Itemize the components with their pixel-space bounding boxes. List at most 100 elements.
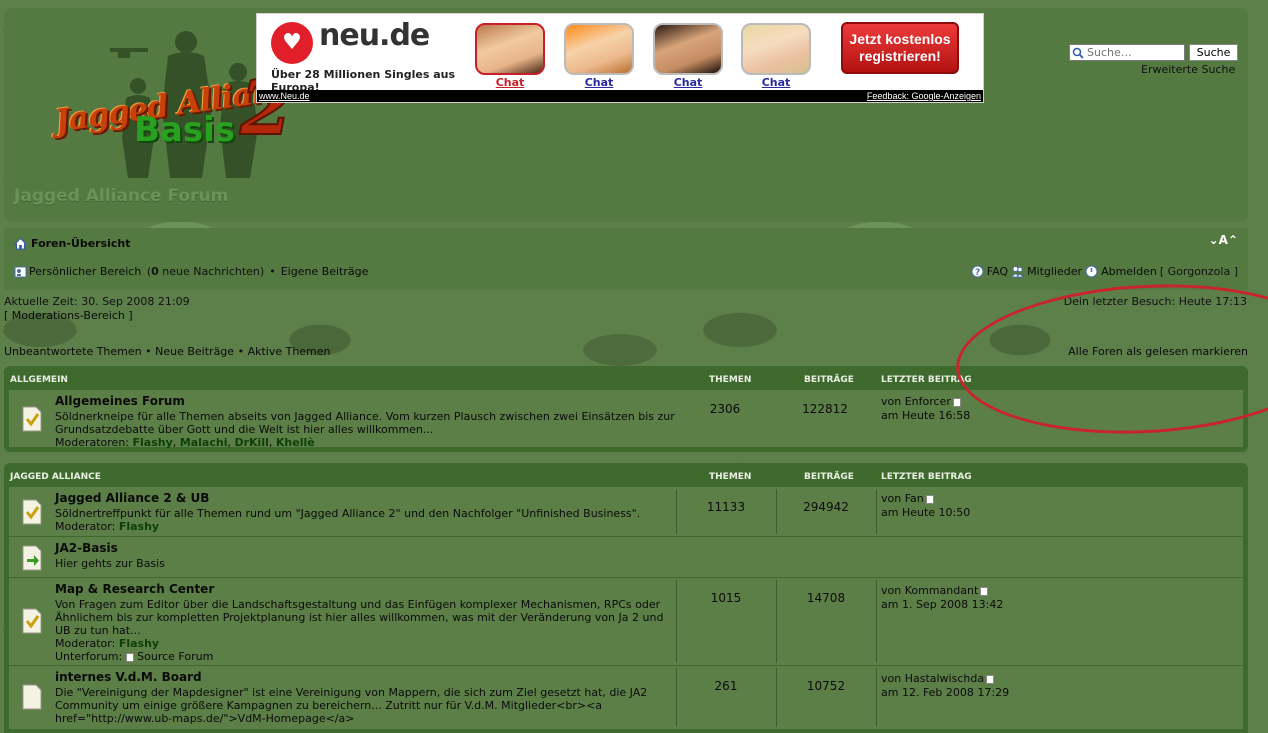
forum-title[interactable]: JA2-Basis	[55, 541, 118, 555]
column-divider	[876, 489, 877, 534]
ad-footer: www.Neu.de Feedback: Google-Anzeigen	[257, 90, 983, 102]
forum-read-icon	[22, 406, 42, 432]
ad-photo-3[interactable]	[653, 23, 723, 75]
forum-read-icon	[22, 499, 42, 525]
last-post-time: am 12. Feb 2008 17:29	[881, 686, 1010, 699]
subforum-link[interactable]: Source Forum	[137, 650, 213, 663]
site-logo[interactable]: Jagged Alliance 2 Basis	[48, 28, 311, 184]
ad-brand[interactable]: ♥ neu.de Über 28 Millionen Singles aus E…	[271, 18, 455, 94]
view-latest-post-icon[interactable]	[925, 494, 934, 504]
moderator-link[interactable]: Flashy	[119, 520, 159, 533]
heart-icon: ♥	[271, 22, 313, 64]
forum-link-icon	[22, 545, 42, 571]
column-divider	[876, 668, 877, 727]
new-messages-label: neue Nachrichten)	[158, 265, 265, 278]
ad-footer-link[interactable]: www.Neu.de	[259, 91, 310, 101]
breadcrumb: Foren-Übersicht	[14, 237, 131, 250]
new-messages-count: 0	[151, 265, 159, 278]
forum-title[interactable]: Jagged Alliance 2 & UB	[55, 491, 209, 505]
ad-photo-1[interactable]	[475, 23, 545, 75]
forum-read-icon	[22, 608, 42, 634]
moderator-link[interactable]: Khellè	[276, 436, 315, 449]
last-post-info: von Fan am Heute 10:50	[881, 492, 970, 520]
category-title[interactable]: JAGGED ALLIANCE	[10, 472, 101, 482]
col-topics: THEMEN	[709, 472, 752, 482]
personal-area-link[interactable]: Persönlicher Bereich	[29, 265, 141, 278]
advanced-search-link[interactable]: Erweiterte Suche	[1141, 63, 1235, 76]
forum-locked-icon	[22, 684, 42, 710]
forum-row: Map & Research Center Von Fragen zum Edi…	[9, 578, 1243, 666]
search-button[interactable]: Suche	[1189, 44, 1238, 61]
font-size-toggle[interactable]: ⌄A⌃	[1209, 233, 1238, 247]
search-input[interactable]	[1069, 44, 1185, 61]
search-icon	[1072, 47, 1084, 59]
forum-title[interactable]: Allgemeines Forum	[55, 394, 185, 408]
ad-chat-link-2[interactable]: Chat	[564, 76, 634, 89]
moderator-link[interactable]: Flashy	[133, 436, 173, 449]
last-post-author[interactable]: von Hastalwischda	[881, 672, 984, 685]
ad-photo-4[interactable]	[741, 23, 811, 75]
moderation-link[interactable]: [ Moderations-Bereich ]	[4, 309, 133, 322]
members-link[interactable]: Mitglieder	[1027, 265, 1082, 278]
font-decrease-icon[interactable]: ⌄	[1209, 233, 1219, 247]
moderators-label: Moderatoren:	[55, 436, 130, 449]
forum-description: Von Fragen zum Editor über die Landschaf…	[55, 598, 664, 637]
topic-count: 1015	[710, 591, 742, 605]
active-topics-link[interactable]: Aktive Themen	[248, 345, 331, 358]
topic-count: 2306	[709, 402, 741, 416]
ad-chat-link-4[interactable]: Chat	[741, 76, 811, 89]
post-count: 122812	[802, 402, 848, 416]
ad-chat-link-1[interactable]: Chat	[475, 76, 545, 89]
last-post-author[interactable]: von Kommandant	[881, 584, 978, 597]
new-messages[interactable]: (0 neue Nachrichten)	[143, 265, 264, 278]
separator: •	[237, 345, 245, 358]
column-divider	[876, 580, 877, 663]
moderator-link[interactable]: Malachi	[180, 436, 228, 449]
user-panel-icon	[14, 266, 27, 278]
last-post-time: am Heute 16:58	[881, 409, 971, 422]
breadcrumb-forum-index[interactable]: Foren-Übersicht	[31, 237, 131, 250]
forum-row: internes V.d.M. Board Die "Vereinigung d…	[9, 666, 1243, 730]
subforum-icon	[125, 652, 134, 662]
mark-all-read-link[interactable]: Alle Foren als gelesen markieren	[1068, 345, 1248, 358]
col-topics: THEMEN	[709, 375, 752, 385]
moderator-link[interactable]: Flashy	[119, 637, 159, 650]
view-latest-post-icon[interactable]	[986, 674, 995, 684]
forum-title[interactable]: Map & Research Center	[55, 582, 214, 596]
own-posts-link[interactable]: Eigene Beiträge	[281, 265, 369, 278]
moderator-link[interactable]: DrKill	[234, 436, 268, 449]
category-title[interactable]: ALLGEMEIN	[10, 375, 68, 385]
col-last-post: LETZTER BEITRAG	[881, 472, 972, 482]
ad-chat-link-3[interactable]: Chat	[653, 76, 723, 89]
ad-photo-2[interactable]	[564, 23, 634, 75]
forum-moderators: Moderatoren: Flashy, Malachi, DrKill, Kh…	[55, 436, 315, 449]
topic-links: Unbeantwortete Themen • Neue Beiträge • …	[4, 345, 331, 358]
unanswered-topics-link[interactable]: Unbeantwortete Themen	[4, 345, 142, 358]
view-latest-post-icon[interactable]	[952, 397, 961, 407]
members-icon	[1011, 266, 1024, 278]
subforum-list: Unterforum: Source Forum	[55, 650, 213, 663]
last-post-author[interactable]: von Enforcer	[881, 395, 951, 408]
forum-description: Hier gehts zur Basis	[55, 557, 165, 570]
forum-row: JA2-Basis Hier gehts zur Basis	[9, 537, 1243, 578]
faq-link[interactable]: FAQ	[987, 265, 1008, 278]
forum-title[interactable]: internes V.d.M. Board	[55, 670, 202, 684]
last-post-author[interactable]: von Fan	[881, 492, 924, 505]
ad-feedback-link[interactable]: Feedback: Google-Anzeigen	[867, 90, 981, 102]
separator: •	[269, 265, 276, 278]
time-info: Aktuelle Zeit: 30. Sep 2008 21:09 [ Mode…	[4, 295, 190, 323]
view-latest-post-icon[interactable]	[980, 586, 989, 596]
ad-register-button[interactable]: Jetzt kostenlos registrieren!	[841, 22, 959, 74]
forum-moderators: Moderator: Flashy	[55, 637, 159, 650]
navbar: Foren-Übersicht ⌄A⌃ Persönlicher Bereich…	[4, 228, 1248, 290]
logout-link[interactable]: Abmelden	[1101, 265, 1157, 278]
column-divider	[676, 668, 677, 727]
ad-banner[interactable]: ♥ neu.de Über 28 Millionen Singles aus E…	[256, 13, 984, 103]
forum-description: Söldnerkneipe für alle Themen abseits vo…	[55, 410, 675, 436]
post-count: 14708	[806, 591, 846, 605]
username[interactable]: [ Gorgonzola ]	[1160, 265, 1238, 278]
font-increase-icon[interactable]: ⌃	[1228, 233, 1238, 247]
column-divider	[776, 668, 777, 727]
forum-row: Jagged Alliance 2 & UB Söldnertreffpunkt…	[9, 487, 1243, 537]
new-posts-link[interactable]: Neue Beiträge	[155, 345, 234, 358]
